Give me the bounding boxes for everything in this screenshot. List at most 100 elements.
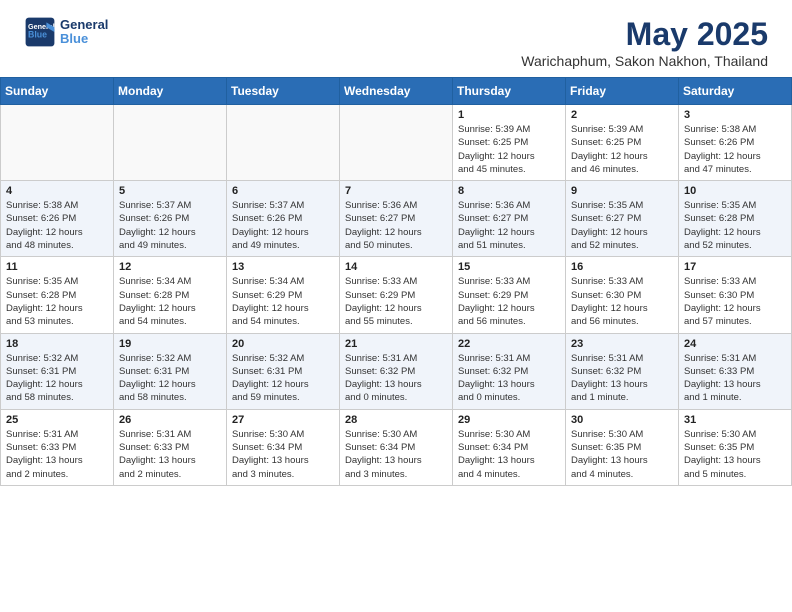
day-number: 1 [458,109,560,121]
table-row: 17 Sunrise: 5:33 AM Sunset: 6:30 PM Dayli… [679,257,792,333]
day-number: 13 [232,261,334,273]
day-info: Sunrise: 5:37 AM Sunset: 6:26 PM Dayligh… [119,199,221,252]
col-tuesday: Tuesday [227,78,340,105]
table-row: 25Sunrise: 5:31 AM Sunset: 6:33 PM Dayli… [1,409,114,485]
location-subtitle: Warichaphum, Sakon Nakhon, Thailand [521,53,768,69]
day-number: 27 [232,414,334,426]
calendar-week-row: 1 Sunrise: 5:39 AM Sunset: 6:25 PM Daylig… [1,105,792,181]
table-row [1,105,114,181]
day-number: 11 [6,261,108,273]
col-wednesday: Wednesday [340,78,453,105]
day-number: 16 [571,261,673,273]
day-number: 21 [345,338,447,350]
svg-text:Blue: Blue [28,30,47,40]
table-row: 30 Sunrise: 5:30 AM Sunset: 6:35 PM Dayli… [566,409,679,485]
table-row: 16 Sunrise: 5:33 AM Sunset: 6:30 PM Dayli… [566,257,679,333]
table-row: 23 Sunrise: 5:31 AM Sunset: 6:32 PM Dayli… [566,333,679,409]
day-info: Sunrise: 5:35 AM Sunset: 6:27 PM Dayligh… [571,199,673,252]
table-row: 8Sunrise: 5:36 AM Sunset: 6:27 PM Daylig… [453,181,566,257]
table-row: 28 Sunrise: 5:30 AM Sunset: 6:34 PM Dayli… [340,409,453,485]
col-saturday: Saturday [679,78,792,105]
calendar-week-row: 4Sunrise: 5:38 AM Sunset: 6:26 PM Daylig… [1,181,792,257]
table-row: 11 Sunrise: 5:35 AM Sunset: 6:28 PM Dayli… [1,257,114,333]
table-row: 4Sunrise: 5:38 AM Sunset: 6:26 PM Daylig… [1,181,114,257]
day-number: 24 [684,338,786,350]
table-row: 9Sunrise: 5:35 AM Sunset: 6:27 PM Daylig… [566,181,679,257]
table-row: 24 Sunrise: 5:31 AM Sunset: 6:33 PM Dayli… [679,333,792,409]
table-row: 21 Sunrise: 5:31 AM Sunset: 6:32 PM Dayli… [340,333,453,409]
day-number: 10 [684,185,786,197]
day-number: 29 [458,414,560,426]
day-number: 22 [458,338,560,350]
calendar-week-row: 18 Sunrise: 5:32 AM Sunset: 6:31 PM Dayli… [1,333,792,409]
table-row: 26 Sunrise: 5:31 AM Sunset: 6:33 PM Dayli… [114,409,227,485]
table-row: 7 Sunrise: 5:36 AM Sunset: 6:27 PM Daylig… [340,181,453,257]
table-row: 12 Sunrise: 5:34 AM Sunset: 6:28 PM Dayli… [114,257,227,333]
day-info: Sunrise: 5:38 AM Sunset: 6:26 PM Dayligh… [684,123,786,176]
day-info: Sunrise: 5:31 AM Sunset: 6:33 PM Dayligh… [119,428,221,481]
day-info: Sunrise: 5:36 AM Sunset: 6:27 PM Dayligh… [345,199,447,252]
day-info: Sunrise: 5:33 AM Sunset: 6:30 PM Dayligh… [684,275,786,328]
day-number: 15 [458,261,560,273]
table-row: 5 Sunrise: 5:37 AM Sunset: 6:26 PM Daylig… [114,181,227,257]
table-row: 15 Sunrise: 5:33 AM Sunset: 6:29 PM Dayli… [453,257,566,333]
col-thursday: Thursday [453,78,566,105]
day-number: 26 [119,414,221,426]
day-info: Sunrise: 5:35 AM Sunset: 6:28 PM Dayligh… [6,275,108,328]
table-row: 29 Sunrise: 5:30 AM Sunset: 6:34 PM Dayli… [453,409,566,485]
day-info: Sunrise: 5:31 AM Sunset: 6:32 PM Dayligh… [571,352,673,405]
col-monday: Monday [114,78,227,105]
day-info: Sunrise: 5:32 AM Sunset: 6:31 PM Dayligh… [6,352,108,405]
day-info: Sunrise: 5:39 AM Sunset: 6:25 PM Dayligh… [571,123,673,176]
day-info: Sunrise: 5:30 AM Sunset: 6:34 PM Dayligh… [345,428,447,481]
day-info: Sunrise: 5:30 AM Sunset: 6:34 PM Dayligh… [232,428,334,481]
calendar-week-row: 25 Sunrise: 5:31 AM Sunset: 6:33 PM Dayli… [1,409,792,485]
day-number: 28 [345,414,447,426]
day-info: Sunrise: 5:34 AM Sunset: 6:29 PM Dayligh… [232,275,334,328]
day-number: 23 [571,338,673,350]
day-number: 17 [684,261,786,273]
table-row [227,105,340,181]
day-number: 2 [571,109,673,121]
table-row: 19 Sunrise: 5:32 AM Sunset: 6:31 PM Dayli… [114,333,227,409]
day-info: Sunrise: 5:30 AM Sunset: 6:35 PM Dayligh… [684,428,786,481]
table-row: 1 Sunrise: 5:39 AM Sunset: 6:25 PM Daylig… [453,105,566,181]
table-row [340,105,453,181]
calendar-week-row: 11 Sunrise: 5:35 AM Sunset: 6:28 PM Dayli… [1,257,792,333]
table-row: 14 Sunrise: 5:33 AM Sunset: 6:29 PM Dayli… [340,257,453,333]
day-number: 12 [119,261,221,273]
day-number: 3 [684,109,786,121]
table-row [114,105,227,181]
day-info: Sunrise: 5:32 AM Sunset: 6:31 PM Dayligh… [119,352,221,405]
day-info: Sunrise: 5:30 AM Sunset: 6:34 PM Dayligh… [458,428,560,481]
day-number: 14 [345,261,447,273]
day-number: 19 [119,338,221,350]
day-number: 5 [119,185,221,197]
day-number: 30 [571,414,673,426]
table-row: 22Sunrise: 5:31 AM Sunset: 6:32 PM Dayli… [453,333,566,409]
day-number: 7 [345,185,447,197]
day-info: Sunrise: 5:33 AM Sunset: 6:30 PM Dayligh… [571,275,673,328]
table-row: 27 Sunrise: 5:30 AM Sunset: 6:34 PM Dayli… [227,409,340,485]
day-info: Sunrise: 5:34 AM Sunset: 6:28 PM Dayligh… [119,275,221,328]
month-title: May 2025 [521,16,768,53]
day-info: Sunrise: 5:30 AM Sunset: 6:35 PM Dayligh… [571,428,673,481]
day-info: Sunrise: 5:31 AM Sunset: 6:33 PM Dayligh… [684,352,786,405]
day-number: 25 [6,414,108,426]
day-info: Sunrise: 5:33 AM Sunset: 6:29 PM Dayligh… [345,275,447,328]
day-number: 18 [6,338,108,350]
calendar-header-row: Sunday Monday Tuesday Wednesday Thursday… [1,78,792,105]
day-number: 31 [684,414,786,426]
day-info: Sunrise: 5:31 AM Sunset: 6:32 PM Dayligh… [345,352,447,405]
table-row: 20Sunrise: 5:32 AM Sunset: 6:31 PM Dayli… [227,333,340,409]
day-info: Sunrise: 5:33 AM Sunset: 6:29 PM Dayligh… [458,275,560,328]
table-row: 3 Sunrise: 5:38 AM Sunset: 6:26 PM Daylig… [679,105,792,181]
day-info: Sunrise: 5:39 AM Sunset: 6:25 PM Dayligh… [458,123,560,176]
table-row: 18 Sunrise: 5:32 AM Sunset: 6:31 PM Dayli… [1,333,114,409]
table-row: 2 Sunrise: 5:39 AM Sunset: 6:25 PM Daylig… [566,105,679,181]
table-row: 6Sunrise: 5:37 AM Sunset: 6:26 PM Daylig… [227,181,340,257]
table-row: 13 Sunrise: 5:34 AM Sunset: 6:29 PM Dayli… [227,257,340,333]
title-block: May 2025 Warichaphum, Sakon Nakhon, Thai… [521,16,768,69]
day-info: Sunrise: 5:37 AM Sunset: 6:26 PM Dayligh… [232,199,334,252]
logo-text-general: General [60,18,108,32]
